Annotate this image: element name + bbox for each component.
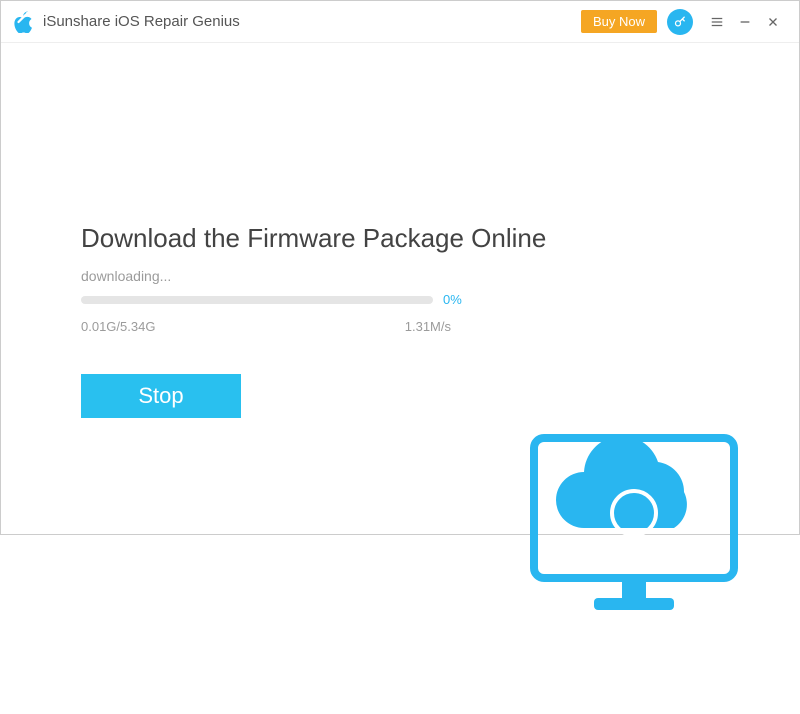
progress-row: 0% [81, 292, 471, 307]
download-speed: 1.31M/s [405, 319, 451, 334]
close-button[interactable] [759, 8, 787, 36]
downloaded-size: 0.01G/5.34G [81, 319, 155, 334]
app-logo-icon [13, 11, 35, 33]
main-content: Download the Firmware Package Online dow… [1, 223, 799, 714]
size-row: 0.01G/5.34G 1.31M/s [81, 319, 451, 334]
cloud-download-illustration-icon [529, 433, 739, 623]
download-status: downloading... [81, 268, 719, 284]
titlebar: iSunshare iOS Repair Genius Buy Now [1, 1, 799, 43]
buy-now-button[interactable]: Buy Now [581, 10, 657, 33]
progress-percent: 0% [443, 292, 471, 307]
progress-bar [81, 296, 433, 304]
app-title: iSunshare iOS Repair Genius [43, 13, 240, 30]
register-key-button[interactable] [667, 9, 693, 35]
page-heading: Download the Firmware Package Online [81, 223, 719, 254]
minimize-button[interactable] [731, 8, 759, 36]
stop-button[interactable]: Stop [81, 374, 241, 418]
menu-button[interactable] [703, 8, 731, 36]
